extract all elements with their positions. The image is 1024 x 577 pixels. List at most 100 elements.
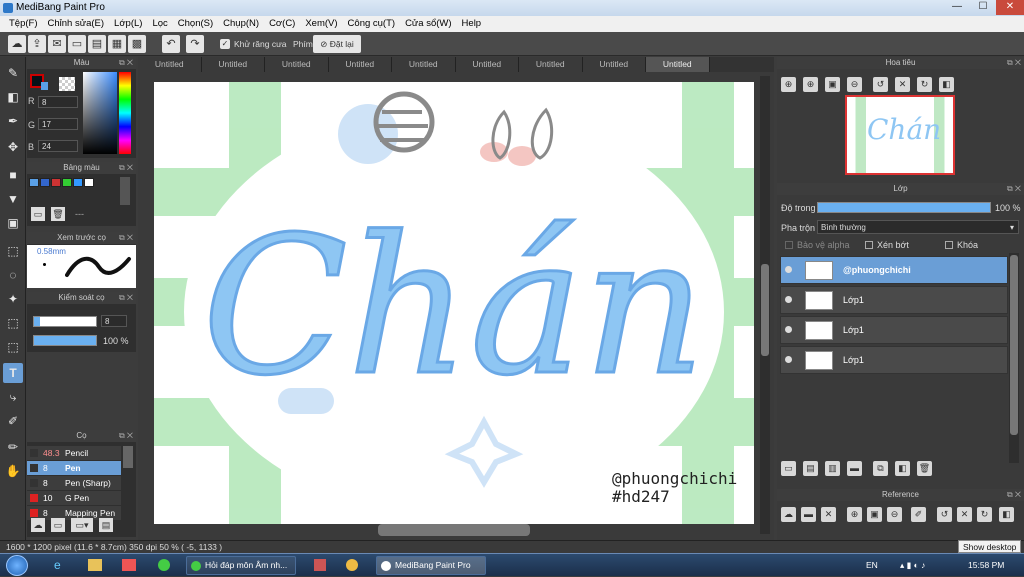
brush-menu-icon[interactable]: ▭▾ <box>71 518 93 532</box>
b-input[interactable]: 24 <box>38 140 78 152</box>
layer-opacity-slider[interactable] <box>817 202 991 213</box>
menu-file[interactable]: Tệp(F) <box>4 16 43 32</box>
brush-cloud-icon[interactable]: ☁ <box>31 518 45 532</box>
brush-tool-icon[interactable]: ✎ <box>3 63 23 83</box>
save-icon[interactable]: ▤ <box>88 35 106 53</box>
dot-tool-icon[interactable]: ✒ <box>3 111 23 131</box>
background-color-swatch[interactable] <box>41 82 48 90</box>
menu-ruler[interactable]: Cơ(C) <box>264 16 300 32</box>
palette-swatch[interactable] <box>51 178 61 187</box>
zoom-in-2-icon[interactable]: ⊕ <box>803 77 818 92</box>
lasso-tool-icon[interactable]: ◌ <box>3 265 23 285</box>
palette-swatch[interactable] <box>29 178 39 187</box>
close-reference-icon[interactable]: ✕ <box>821 507 836 522</box>
select-pen-icon[interactable]: ⬚ <box>3 313 23 333</box>
layer-row[interactable]: @phuongchichi <box>780 256 1008 284</box>
vertical-scrollbar[interactable] <box>760 76 770 534</box>
antialias-checkbox[interactable]: ✓ <box>220 39 230 49</box>
panel-close-icon[interactable]: ⧉ ✕ <box>1007 489 1021 501</box>
shape-tool-icon[interactable]: ■ <box>3 165 23 185</box>
flip-icon[interactable]: ◧ <box>939 77 954 92</box>
brush-opacity-slider[interactable] <box>33 335 97 346</box>
fit-window-icon[interactable]: ▣ <box>825 77 840 92</box>
menu-view[interactable]: Xem(V) <box>300 16 342 32</box>
panel-close-icon[interactable]: ⧉ ✕ <box>1007 57 1021 69</box>
language-indicator[interactable]: EN <box>866 554 878 577</box>
reset-view-icon[interactable]: ✕ <box>895 77 910 92</box>
tab-untitled-5[interactable]: Untitled <box>392 57 456 72</box>
transparent-color-swatch[interactable] <box>59 77 75 91</box>
folder-icon[interactable]: ▬ <box>847 461 862 476</box>
text-tool-icon[interactable]: T <box>3 363 23 383</box>
add-palette-icon[interactable]: ▭ <box>31 207 45 221</box>
menu-snap[interactable]: Chụp(N) <box>218 16 264 32</box>
chrome-icon[interactable] <box>158 559 170 571</box>
navigator-thumbnail[interactable]: Chán <box>845 95 955 175</box>
palette-swatch[interactable] <box>73 178 83 187</box>
add-brush-icon[interactable]: ▭ <box>51 518 65 532</box>
brush-size-slider[interactable] <box>33 316 97 327</box>
clock[interactable]: 15:58 PM <box>968 554 1004 577</box>
redo-icon[interactable]: ↷ <box>186 35 204 53</box>
fill-tool-icon[interactable]: ▼ <box>3 189 23 209</box>
eye-icon[interactable] <box>785 296 792 303</box>
menu-tools[interactable]: Công cụ(T) <box>343 16 401 32</box>
layer-row[interactable]: Lớp1 <box>780 346 1008 374</box>
brush-settings-icon[interactable]: ▤ <box>99 518 113 532</box>
new-8bit-layer-icon[interactable]: ▥ <box>825 461 840 476</box>
eye-icon[interactable] <box>785 266 792 273</box>
tab-untitled-3[interactable]: Untitled <box>265 57 329 72</box>
menu-window[interactable]: Cửa sổ(W) <box>400 16 456 32</box>
tab-untitled-active[interactable]: Untitled <box>646 57 710 72</box>
reference-eyedropper-icon[interactable]: ✐ <box>911 507 926 522</box>
layer-scrollbar[interactable] <box>1009 253 1019 463</box>
lock-checkbox[interactable] <box>945 241 953 249</box>
open-reference-icon[interactable]: ▬ <box>801 507 816 522</box>
cloud-icon[interactable]: ☁ <box>8 35 26 53</box>
zoom-out-icon[interactable]: ⊖ <box>847 77 862 92</box>
minimize-button[interactable]: — <box>944 0 970 15</box>
tab-untitled-2[interactable]: Untitled <box>201 57 265 72</box>
gradient-tool-icon[interactable]: ▣ <box>3 213 23 233</box>
hue-slider[interactable] <box>119 72 131 154</box>
taskbar-item-medibang[interactable]: MediBang Paint Pro <box>376 556 486 575</box>
magic-wand-icon[interactable]: ✦ <box>3 289 23 309</box>
rotate-right-icon[interactable]: ↻ <box>917 77 932 92</box>
grid-icon[interactable]: ▦ <box>108 35 126 53</box>
panel-close-icon[interactable]: ⧉ ✕ <box>119 232 133 244</box>
reset-button[interactable]: ⊘ Đặt lại <box>313 35 361 53</box>
new-halftone-layer-icon[interactable]: ▤ <box>803 461 818 476</box>
drawing-canvas[interactable]: Chán @phuongchichi #hd247 <box>154 82 754 524</box>
panel-close-icon[interactable]: ⧉ ✕ <box>119 292 133 304</box>
settings-icon[interactable]: ▩ <box>128 35 146 53</box>
reference-reset-icon[interactable]: ✕ <box>957 507 972 522</box>
tab-untitled-6[interactable]: Untitled <box>455 57 519 72</box>
zoom-in-icon[interactable]: ⊕ <box>781 77 796 92</box>
start-button[interactable] <box>6 555 28 576</box>
panel-close-icon[interactable]: ⧉ ✕ <box>119 430 133 442</box>
duplicate-layer-icon[interactable]: ⧉ <box>873 461 888 476</box>
taskbar-item-browser[interactable]: Hỏi đáp môn Âm nh... <box>186 556 296 575</box>
eye-icon[interactable] <box>785 326 792 333</box>
blend-mode-select[interactable]: Bình thường ▾ <box>817 220 1019 234</box>
select-tool-icon[interactable]: ⬚ <box>3 241 23 261</box>
palette-swatch[interactable] <box>40 178 50 187</box>
palette-scrollbar[interactable] <box>120 177 130 205</box>
reference-rotate-left-icon[interactable]: ↺ <box>937 507 952 522</box>
eye-icon[interactable] <box>785 356 792 363</box>
menu-select[interactable]: Chọn(S) <box>173 16 218 32</box>
saturation-value-picker[interactable] <box>83 72 117 154</box>
clipping-checkbox[interactable] <box>865 241 873 249</box>
close-button[interactable]: ✕ <box>996 0 1024 15</box>
tab-untitled-8[interactable]: Untitled <box>582 57 646 72</box>
menu-layer[interactable]: Lớp(L) <box>109 16 147 32</box>
ie-icon[interactable]: e <box>54 558 61 572</box>
reference-zoom-out-icon[interactable]: ⊖ <box>887 507 902 522</box>
tab-untitled-7[interactable]: Untitled <box>519 57 583 72</box>
panel-close-icon[interactable]: ⧉ ✕ <box>119 162 133 174</box>
maximize-button[interactable]: ☐ <box>970 0 996 15</box>
eraser-tool-icon[interactable]: ◧ <box>3 87 23 107</box>
menu-filter[interactable]: Lọc <box>147 16 172 32</box>
layer-row[interactable]: Lớp1 <box>780 316 1008 344</box>
divide-tool-icon[interactable]: ✏ <box>3 437 23 457</box>
